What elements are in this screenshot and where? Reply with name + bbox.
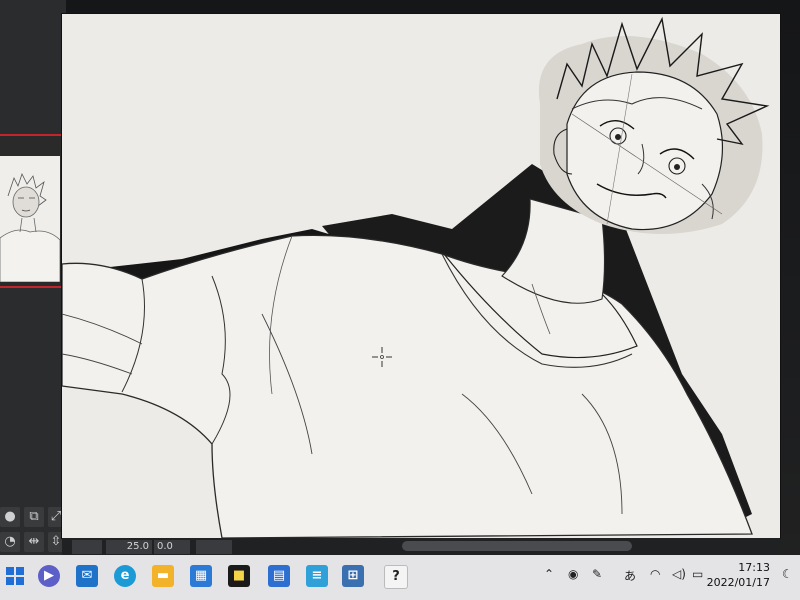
fit-view-icon[interactable]: ⧉ bbox=[24, 507, 44, 527]
chevron-up-icon[interactable]: ⌃ bbox=[544, 567, 554, 581]
speaker-icon[interactable]: ◁) bbox=[672, 567, 686, 581]
store-icon[interactable]: ▦ bbox=[190, 565, 212, 587]
canvas-sketch bbox=[62, 14, 780, 538]
horizontal-scrollbar[interactable] bbox=[402, 541, 632, 551]
edge-icon[interactable]: e bbox=[114, 565, 136, 587]
wifi-icon[interactable]: ◠ bbox=[650, 567, 660, 581]
status-field-extra bbox=[196, 540, 232, 554]
taskbar-clock[interactable]: 17:13 2022/01/17 bbox=[707, 560, 770, 590]
folder-icon[interactable]: ▬ bbox=[152, 565, 174, 587]
thumbnail-sketch bbox=[0, 156, 60, 282]
navigator-panel bbox=[0, 134, 62, 288]
mail-icon[interactable]: ✉ bbox=[76, 565, 98, 587]
drawing-canvas[interactable] bbox=[62, 14, 780, 538]
reset-view-icon[interactable]: ● bbox=[0, 507, 20, 527]
clock-date: 2022/01/17 bbox=[706, 576, 770, 589]
status-spacer bbox=[72, 540, 102, 554]
video-chat-icon[interactable]: ▶ bbox=[38, 565, 60, 587]
clock-time: 17:13 bbox=[738, 561, 770, 574]
sticky-note-icon[interactable]: ■ bbox=[228, 565, 250, 587]
pen-icon[interactable]: ✎ bbox=[592, 567, 602, 581]
battery-icon[interactable]: ▭ bbox=[692, 567, 703, 581]
network-drive-icon[interactable]: ◉ bbox=[568, 567, 578, 581]
calculator-icon[interactable]: ⊞ bbox=[342, 565, 364, 587]
windows-icon[interactable] bbox=[4, 565, 26, 587]
windows-taskbar: ▶ ✉ e ▬ ▦ ■ ▤ ≡ ⊞ ? ⌃ ◉ ✎ あ ◠ ◁) ▭ 17:13… bbox=[0, 555, 800, 600]
navigator-thumbnail[interactable] bbox=[0, 156, 60, 282]
rotation-field[interactable]: 0.0 bbox=[154, 540, 190, 554]
navigator-tools: ● ⧉ ⤢ ◔ ⇹ ⇳ bbox=[0, 505, 66, 555]
ime-indicator[interactable]: あ bbox=[624, 567, 636, 584]
paint-app-icon[interactable]: ? bbox=[384, 565, 408, 589]
canvas-status-bar: 25.0 0.0 bbox=[62, 538, 780, 556]
cursor-crosshair-icon bbox=[372, 347, 392, 367]
brush-size-field[interactable]: 25.0 bbox=[106, 540, 152, 554]
flip-horizontal-icon[interactable]: ⇹ bbox=[24, 532, 44, 552]
left-tool-panel: ● ⧉ ⤢ ◔ ⇹ ⇳ bbox=[0, 0, 66, 555]
moon-icon[interactable]: ☾ bbox=[782, 567, 793, 581]
notepad-icon[interactable]: ≡ bbox=[306, 565, 328, 587]
calendar-icon[interactable]: ▤ bbox=[268, 565, 290, 587]
rotate-icon[interactable]: ◔ bbox=[0, 532, 20, 552]
